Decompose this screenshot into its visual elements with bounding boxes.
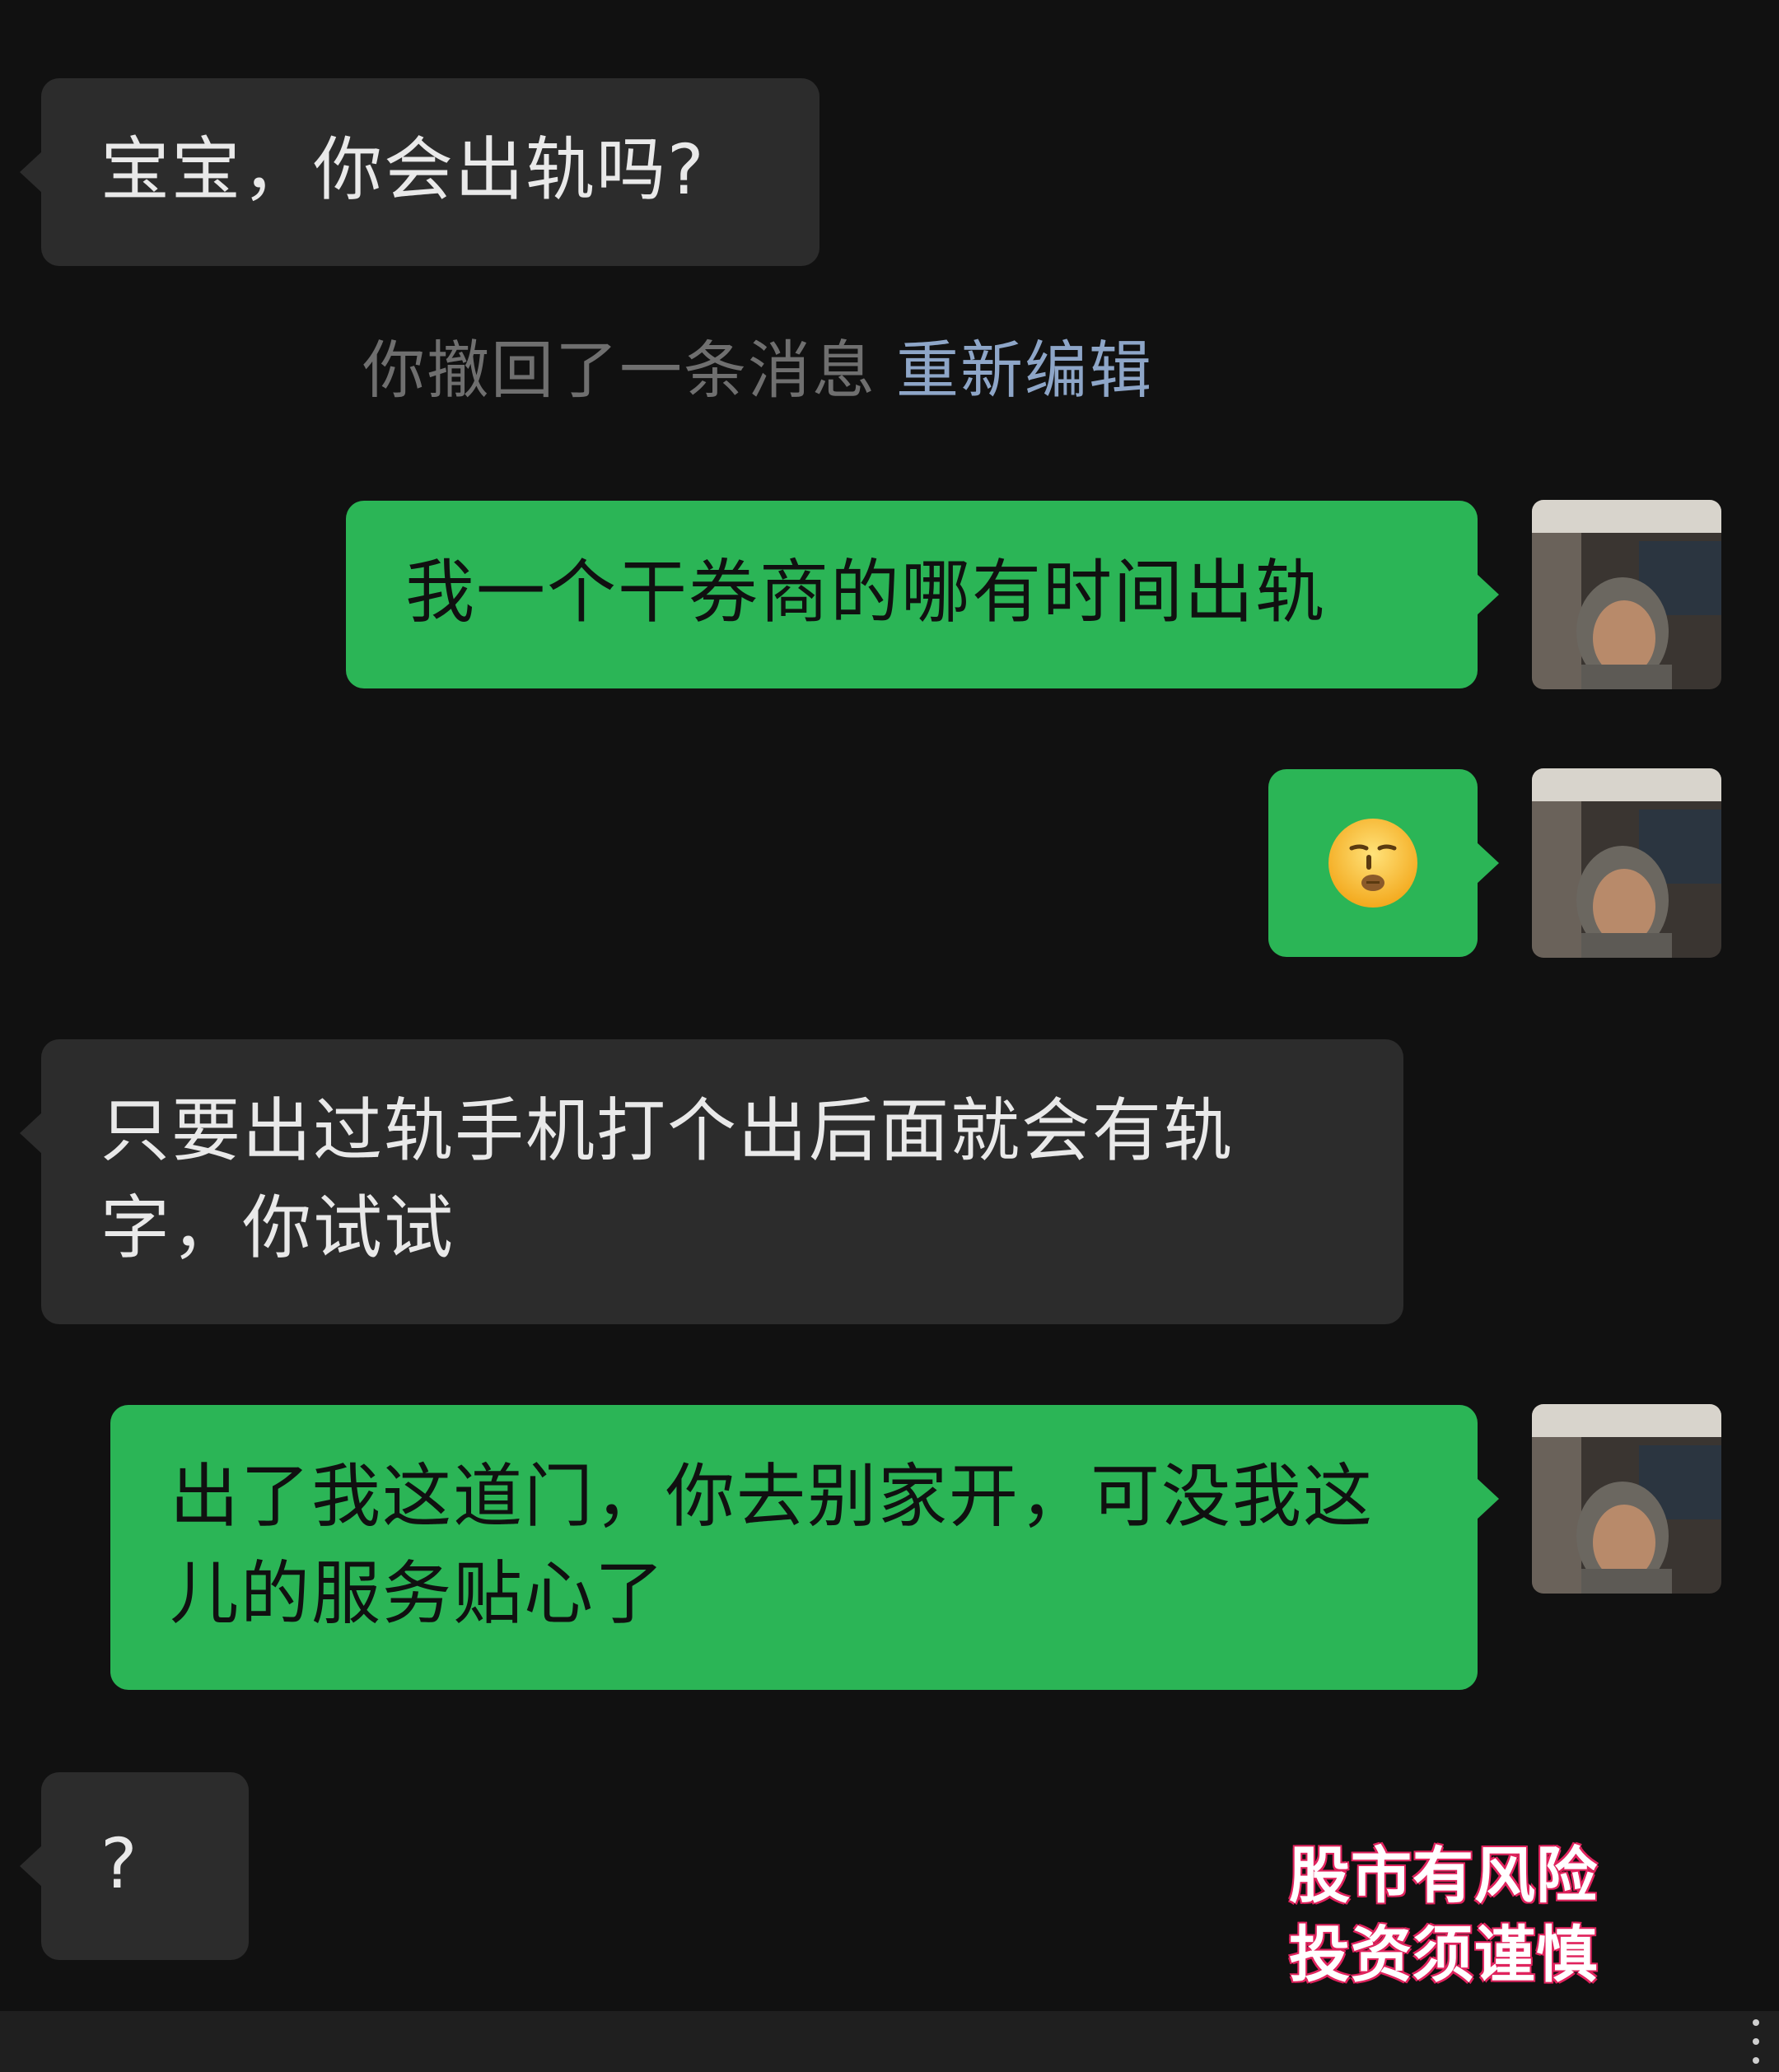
- avatar[interactable]: [1532, 1404, 1721, 1594]
- recall-notice: 你撤回了一条消息 重新编辑: [362, 325, 1153, 416]
- avatar[interactable]: [1532, 500, 1721, 689]
- more-options-icon[interactable]: [1753, 2019, 1761, 2064]
- re-edit-link[interactable]: 重新编辑: [896, 334, 1153, 407]
- outgoing-message-bubble[interactable]: 我一个干券商的哪有时间出轨: [346, 501, 1499, 688]
- message-text: 宝宝，你会出轨吗?: [100, 129, 706, 210]
- watermark-line: 投资须谨慎: [1289, 1920, 1598, 1990]
- risk-watermark: 股市有风险 投资须谨慎: [1289, 1836, 1598, 1995]
- outgoing-emoji-bubble[interactable]: [1268, 769, 1499, 957]
- avatar-photo-icon: [1532, 768, 1721, 958]
- avatar-photo-icon: [1532, 500, 1721, 689]
- expressionless-kiss-emoji-icon: [1328, 819, 1417, 908]
- message-text: 出了我这道门，你去别家开，可没我这儿的服务贴心了: [170, 1456, 1375, 1634]
- outgoing-message-bubble[interactable]: 出了我这道门，你去别家开，可没我这儿的服务贴心了: [110, 1405, 1499, 1690]
- chat-view: 宝宝，你会出轨吗? 你撤回了一条消息 重新编辑 我一个干券商的哪有时间出轨 只要…: [0, 0, 1779, 2072]
- recall-text: 你撤回了一条消息: [362, 334, 876, 407]
- incoming-message-bubble[interactable]: 宝宝，你会出轨吗?: [20, 78, 819, 266]
- incoming-message-bubble[interactable]: 只要出过轨手机打个出后面就会有轨字，你试试: [20, 1039, 1403, 1324]
- message-text: 只要出过轨手机打个出后面就会有轨字，你试试: [100, 1090, 1235, 1268]
- watermark-line: 股市有风险: [1289, 1841, 1598, 1911]
- avatar[interactable]: [1532, 768, 1721, 958]
- message-text: ?: [100, 1823, 139, 1904]
- avatar-photo-icon: [1532, 1404, 1721, 1594]
- incoming-message-bubble[interactable]: ?: [20, 1772, 249, 1960]
- input-bar[interactable]: [0, 2011, 1779, 2072]
- message-text: 我一个干券商的哪有时间出轨: [405, 552, 1327, 632]
